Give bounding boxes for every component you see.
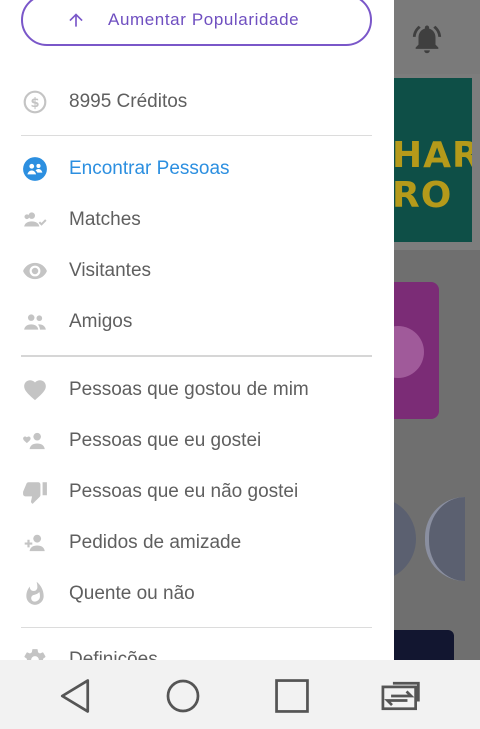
menu-item-people-i-disliked[interactable]: Pessoas que eu não gostei — [21, 472, 372, 512]
thumb-down-icon — [21, 478, 49, 506]
home-circle-icon — [166, 679, 200, 713]
switch-apps-button[interactable] — [378, 674, 426, 718]
banner-text-line2: RO — [394, 175, 453, 216]
back-button[interactable] — [53, 674, 97, 718]
menu-item-matches[interactable]: Matches — [21, 200, 372, 240]
menu-item-label: Visitantes — [69, 260, 152, 281]
gear-icon — [21, 646, 49, 660]
back-triangle-icon — [60, 679, 90, 713]
menu-item-label: Encontrar Pessoas — [69, 158, 230, 179]
menu-item-label: Pessoas que gostou de mim — [69, 379, 309, 400]
recents-button[interactable] — [270, 674, 314, 718]
background-card — [394, 630, 454, 660]
menu-item-label: Pessoas que eu não gostei — [69, 481, 299, 502]
promo-banner: HAR RO — [394, 78, 472, 242]
menu-item-label: Quente ou não — [69, 583, 195, 604]
divider — [21, 355, 372, 357]
friends-icon — [21, 308, 49, 336]
flame-icon — [21, 580, 49, 608]
svg-text:$: $ — [30, 96, 39, 111]
switch-apps-icon — [381, 681, 420, 711]
menu-item-people-who-liked-me[interactable]: Pessoas que gostou de mim — [21, 370, 372, 410]
banner-text-line1: HAR — [394, 135, 472, 176]
increase-popularity-button[interactable]: Aumentar Popularidade — [21, 0, 372, 46]
increase-popularity-label: Aumentar Popularidade — [108, 10, 300, 29]
matches-icon — [21, 206, 49, 234]
arrow-up-icon — [69, 13, 83, 27]
navigation-drawer: Aumentar Popularidade $ 8995 Créditos En… — [0, 0, 394, 660]
menu-item-settings[interactable]: Definições — [21, 640, 372, 660]
credits-item[interactable]: $ 8995 Créditos — [21, 82, 372, 122]
recents-square-icon — [275, 679, 309, 713]
credits-label: 8995 Créditos — [69, 91, 188, 112]
menu-item-label: Matches — [69, 209, 141, 230]
menu-item-label: Amigos — [69, 311, 133, 332]
heart-icon — [21, 376, 49, 404]
people-icon — [21, 155, 49, 183]
menu-item-label: Definições — [69, 649, 158, 660]
system-navigation-bar — [0, 660, 480, 729]
menu-item-label: Pedidos de amizade — [69, 532, 242, 553]
coin-icon: $ — [21, 88, 49, 116]
menu-item-people-i-liked[interactable]: Pessoas que eu gostei — [21, 421, 372, 461]
menu-item-find-people[interactable]: Encontrar Pessoas — [21, 149, 372, 189]
divider — [21, 627, 372, 628]
person-heart-icon — [21, 427, 49, 455]
home-button[interactable] — [161, 674, 205, 718]
menu-item-visitors[interactable]: Visitantes — [21, 251, 372, 291]
eye-icon — [21, 257, 49, 285]
notification-bell-icon[interactable] — [410, 22, 444, 56]
menu-item-friends[interactable]: Amigos — [21, 302, 372, 342]
menu-item-label: Pessoas que eu gostei — [69, 430, 262, 451]
menu-item-friend-requests[interactable]: Pedidos de amizade — [21, 523, 372, 563]
add-person-icon — [21, 529, 49, 557]
menu-item-hot-or-not[interactable]: Quente ou não — [21, 574, 372, 614]
divider — [21, 135, 372, 136]
